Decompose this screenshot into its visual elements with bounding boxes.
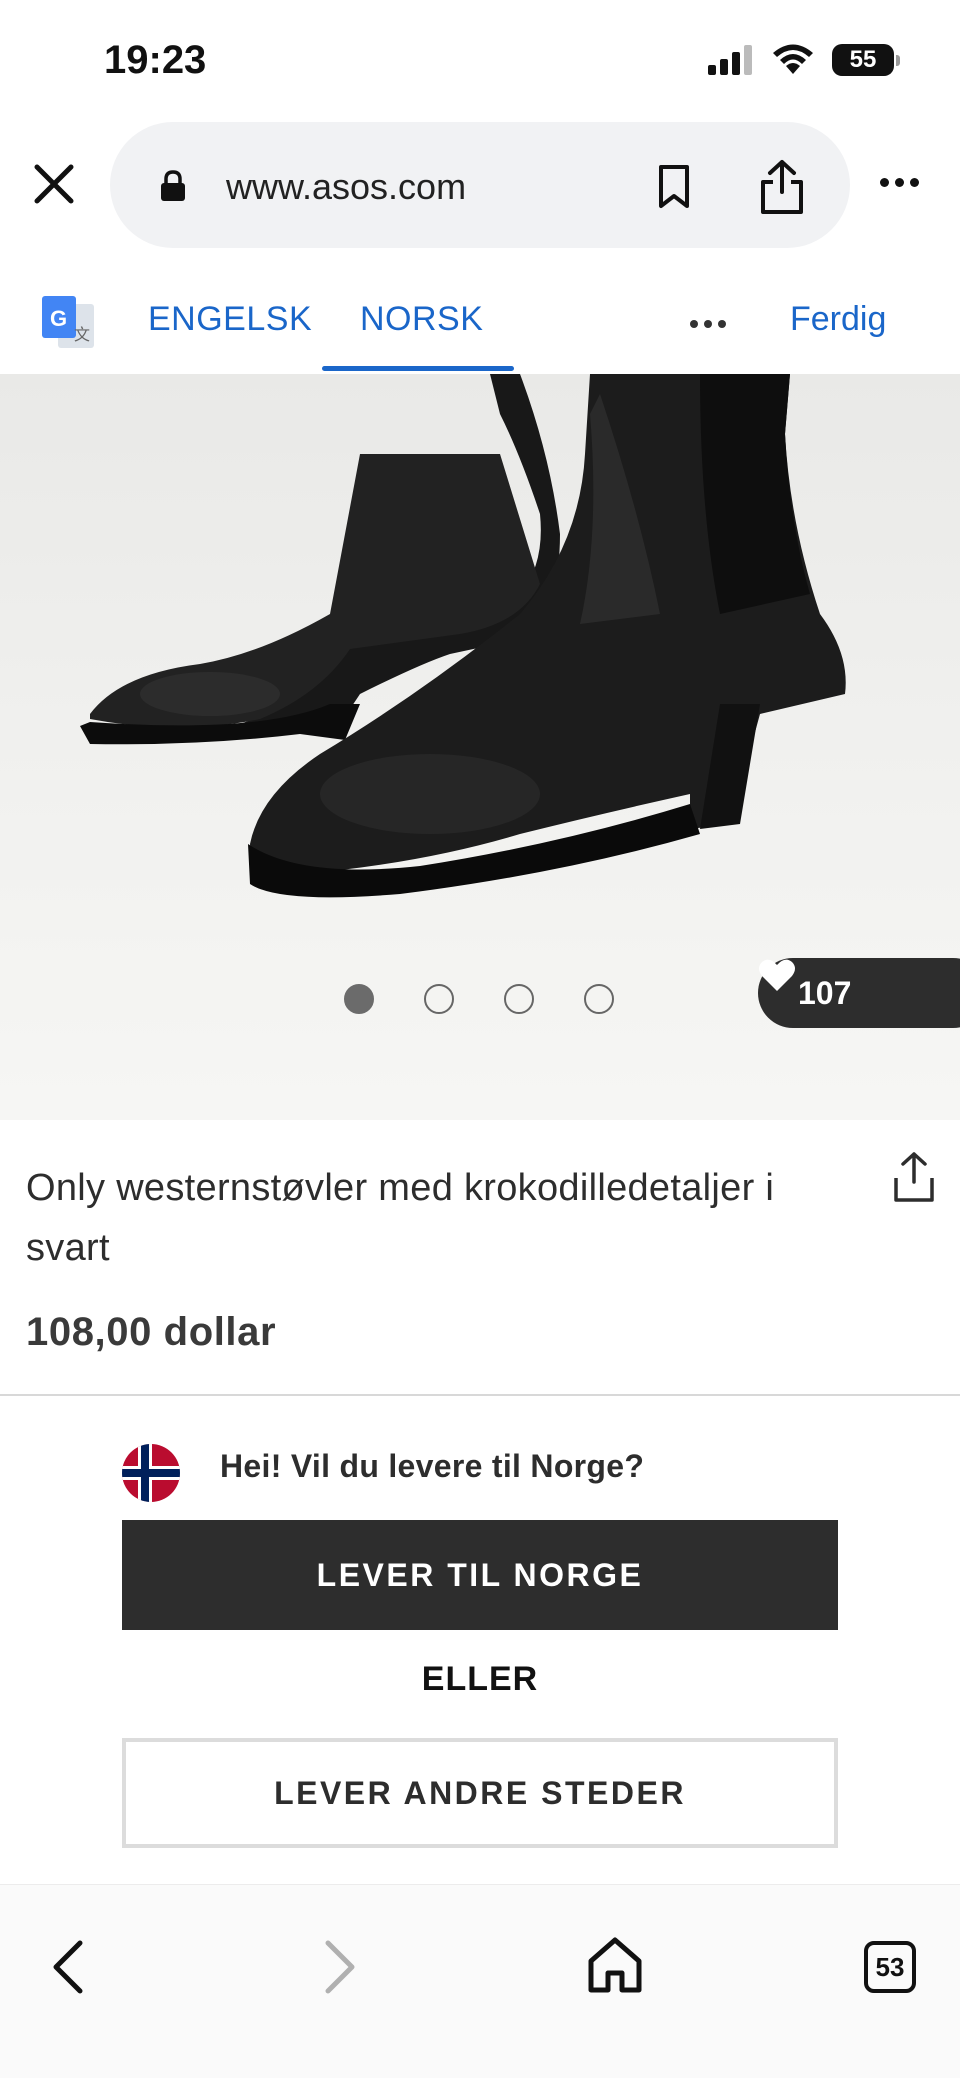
status-bar: 19:23 55	[0, 0, 960, 118]
tab-count: 53	[875, 1951, 905, 1982]
like-count: 107	[798, 974, 852, 1011]
norway-flag-icon	[122, 1444, 180, 1502]
heart-icon	[759, 959, 795, 991]
svg-text:文: 文	[74, 325, 90, 344]
back-icon[interactable]	[46, 1937, 90, 1997]
deliver-to-norway-button[interactable]: LEVER TIL NORGE	[122, 1520, 838, 1630]
save-for-later-button[interactable]: 107	[758, 958, 960, 1028]
wifi-icon	[773, 44, 813, 74]
translate-bar: G 文 ENGELSK NORSK Ferdig	[0, 270, 960, 374]
deliver-elsewhere-button[interactable]: LEVER ANDRE STEDER	[122, 1738, 838, 1848]
close-icon[interactable]	[30, 160, 78, 208]
tab-target-language[interactable]: NORSK	[360, 300, 483, 339]
translate-done-button[interactable]: Ferdig	[790, 300, 886, 339]
bookmark-icon[interactable]	[656, 164, 692, 210]
battery-indicator: 55	[832, 44, 900, 76]
product-image[interactable]: 107	[0, 374, 960, 1120]
share-icon[interactable]	[892, 1150, 936, 1204]
signal-icon	[708, 45, 752, 75]
tabs-icon[interactable]: 53	[864, 1941, 916, 1993]
tab-source-language[interactable]: ENGELSK	[148, 300, 312, 339]
active-tab-indicator	[322, 366, 514, 371]
status-icons: 55	[708, 44, 900, 76]
gallery-dot-4[interactable]	[584, 984, 614, 1014]
more-icon[interactable]	[880, 178, 919, 187]
lock-icon	[161, 170, 185, 201]
product-title: Only westernstøvler med krokodilledetalj…	[26, 1167, 775, 1269]
url-text: www.asos.com	[226, 166, 467, 207]
google-translate-icon: G 文	[42, 296, 94, 348]
share-icon[interactable]	[758, 158, 806, 216]
gallery-dot-1[interactable]	[344, 984, 374, 1014]
translate-more-icon[interactable]	[690, 320, 726, 328]
product-price: 108,00 dollar	[26, 1310, 277, 1354]
browser-bar: www.asos.com	[0, 118, 960, 258]
forward-icon[interactable]	[318, 1937, 362, 1997]
svg-text:G: G	[50, 306, 67, 331]
or-label: ELLER	[421, 1660, 539, 1698]
gallery-pagination	[344, 984, 614, 1014]
battery-level: 55	[849, 46, 877, 73]
status-time: 19:23	[104, 38, 207, 82]
gallery-dot-3[interactable]	[504, 984, 534, 1014]
delivery-question: Hei! Vil du levere til Norge?	[220, 1448, 645, 1484]
home-icon[interactable]	[586, 1935, 644, 1995]
address-bar[interactable]: www.asos.com	[110, 122, 850, 248]
divider	[0, 1394, 960, 1396]
browser-toolbar: 53	[0, 1884, 960, 2078]
gallery-dot-2[interactable]	[424, 984, 454, 1014]
